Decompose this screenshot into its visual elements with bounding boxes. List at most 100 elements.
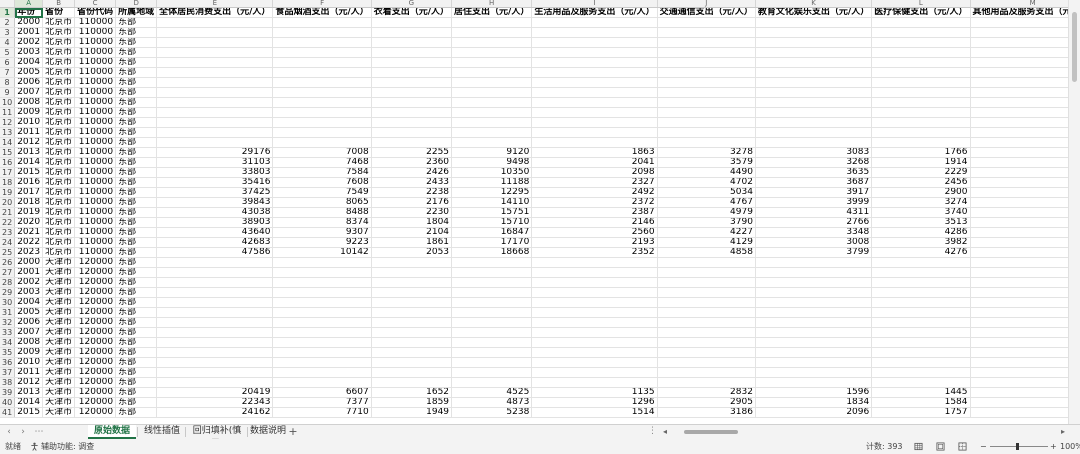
tab-data-notes[interactable]: 数据说明 xyxy=(250,425,286,439)
tab-regression-imputation[interactable]: 回归填补(慎用) xyxy=(188,425,246,449)
cell[interactable]: 4767 xyxy=(657,197,756,208)
cell[interactable]: 47586 xyxy=(156,247,274,258)
cell[interactable]: 10142 xyxy=(272,247,372,258)
row-number[interactable]: 39 xyxy=(0,387,16,398)
column-header-k[interactable]: K xyxy=(755,0,873,8)
row-number[interactable]: 33 xyxy=(0,327,16,338)
cell[interactable]: 9223 xyxy=(272,237,372,248)
cell[interactable] xyxy=(657,127,756,138)
cell[interactable] xyxy=(272,107,372,118)
cell[interactable]: 4227 xyxy=(657,227,756,238)
cell[interactable]: 110000 xyxy=(74,157,117,168)
cell[interactable] xyxy=(871,327,971,338)
cell[interactable]: 24162 xyxy=(156,407,274,418)
cell[interactable] xyxy=(451,67,533,78)
cell[interactable] xyxy=(531,57,658,68)
column-header-f[interactable]: F xyxy=(272,0,372,8)
cell[interactable]: 北京市 xyxy=(42,127,76,138)
cell[interactable]: 东部 xyxy=(115,197,158,208)
cell[interactable] xyxy=(970,77,1068,88)
cell[interactable] xyxy=(871,287,971,298)
cell[interactable] xyxy=(531,317,658,328)
cell[interactable]: 11188 xyxy=(451,177,533,188)
cell[interactable]: 2006 xyxy=(14,317,44,328)
cell[interactable]: 110000 xyxy=(74,147,117,158)
cell[interactable]: 2007 xyxy=(14,327,44,338)
cell[interactable] xyxy=(371,27,453,38)
cell[interactable]: 2372 xyxy=(531,197,658,208)
cell[interactable] xyxy=(755,337,873,348)
cell[interactable] xyxy=(272,137,372,148)
cell[interactable]: 9498 xyxy=(451,157,533,168)
cell[interactable]: 7710 xyxy=(272,407,372,418)
column-header-d[interactable]: D xyxy=(115,0,158,8)
cell[interactable]: 120000 xyxy=(74,377,117,388)
cell[interactable] xyxy=(871,77,971,88)
cell[interactable] xyxy=(657,337,756,348)
row-number[interactable]: 23 xyxy=(0,227,16,238)
cell[interactable]: 北京市 xyxy=(42,147,76,158)
cell[interactable]: 7008 xyxy=(272,147,372,158)
column-title-cell[interactable]: 教育文化娱乐支出（元/人） xyxy=(755,7,873,18)
cell[interactable] xyxy=(531,27,658,38)
cell[interactable]: 2492 xyxy=(531,187,658,198)
cell[interactable] xyxy=(156,277,274,288)
cell[interactable] xyxy=(272,317,372,328)
cell[interactable] xyxy=(970,67,1068,78)
cell[interactable]: 1079 xyxy=(970,197,1068,208)
cell[interactable] xyxy=(272,37,372,48)
cell[interactable]: 北京市 xyxy=(42,77,76,88)
cell[interactable]: 北京市 xyxy=(42,247,76,258)
cell[interactable] xyxy=(156,97,274,108)
cell[interactable] xyxy=(371,67,453,78)
cell[interactable]: 1438 xyxy=(970,247,1068,258)
cell[interactable]: 3999 xyxy=(755,197,873,208)
cell[interactable]: 2012 xyxy=(14,377,44,388)
cell[interactable]: 3740 xyxy=(871,207,971,218)
cell[interactable]: 2006 xyxy=(14,77,44,88)
cell[interactable] xyxy=(755,327,873,338)
cell[interactable] xyxy=(871,267,971,278)
cell[interactable]: 2001 xyxy=(14,27,44,38)
cell[interactable]: 东部 xyxy=(115,337,158,348)
cell[interactable] xyxy=(272,347,372,358)
cell[interactable]: 110000 xyxy=(74,127,117,138)
cell[interactable]: 31103 xyxy=(156,157,274,168)
cell[interactable]: 东部 xyxy=(115,17,158,28)
row-number[interactable]: 3 xyxy=(0,27,16,38)
cell[interactable] xyxy=(871,257,971,268)
row-number[interactable]: 18 xyxy=(0,177,16,188)
cell[interactable]: 3348 xyxy=(755,227,873,238)
cell[interactable]: 4311 xyxy=(755,207,873,218)
cell[interactable]: 北京市 xyxy=(42,27,76,38)
cell[interactable]: 2008 xyxy=(14,337,44,348)
cell[interactable]: 北京市 xyxy=(42,137,76,148)
cell[interactable] xyxy=(755,267,873,278)
cell[interactable]: 9307 xyxy=(272,227,372,238)
cell[interactable] xyxy=(755,277,873,288)
cell[interactable] xyxy=(272,57,372,68)
vertical-scroll-thumb[interactable] xyxy=(1072,12,1077,82)
cell[interactable]: 3687 xyxy=(755,177,873,188)
cell[interactable] xyxy=(451,297,533,308)
cell[interactable] xyxy=(871,47,971,58)
row-number[interactable]: 30 xyxy=(0,297,16,308)
cell[interactable] xyxy=(871,87,971,98)
cell[interactable] xyxy=(156,17,274,28)
cell[interactable] xyxy=(451,257,533,268)
cell[interactable]: 4276 xyxy=(871,247,971,258)
cell[interactable] xyxy=(755,17,873,28)
cell[interactable] xyxy=(657,297,756,308)
cell[interactable]: 15751 xyxy=(451,207,533,218)
cell[interactable] xyxy=(871,97,971,108)
cell[interactable]: 北京市 xyxy=(42,107,76,118)
cell[interactable] xyxy=(531,357,658,368)
cell[interactable] xyxy=(531,107,658,118)
cell[interactable] xyxy=(451,57,533,68)
cell[interactable] xyxy=(371,327,453,338)
cell[interactable]: 东部 xyxy=(115,287,158,298)
cell[interactable] xyxy=(451,317,533,328)
row-number[interactable]: 37 xyxy=(0,367,16,378)
cell[interactable] xyxy=(531,67,658,78)
cell[interactable]: 北京市 xyxy=(42,57,76,68)
